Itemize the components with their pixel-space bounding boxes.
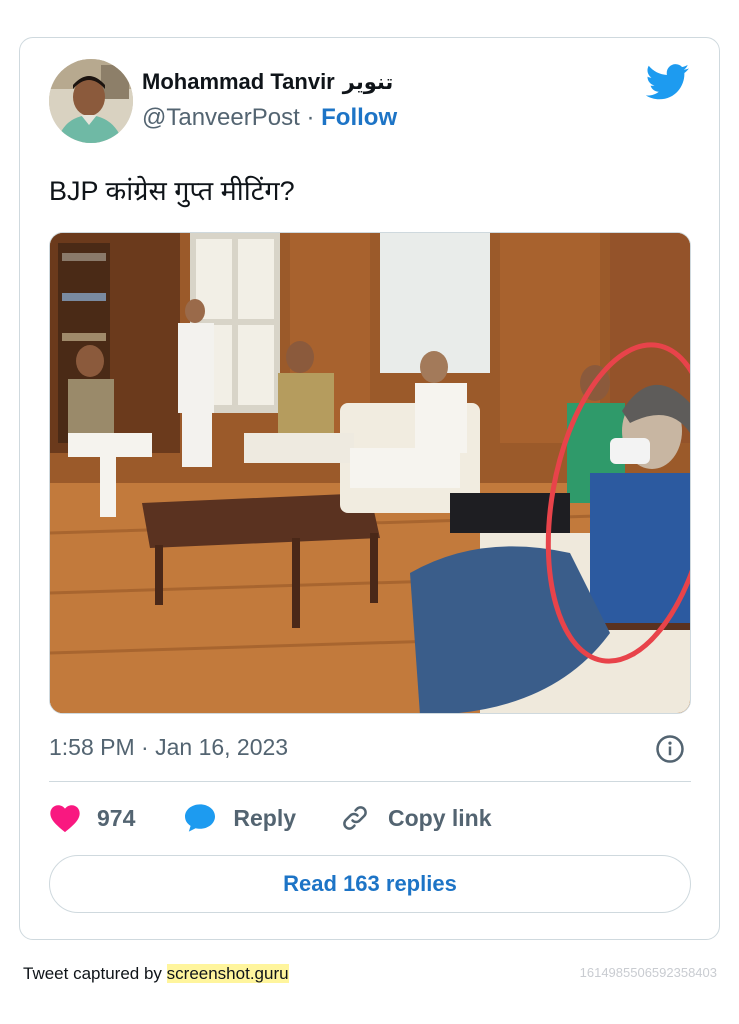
tweet-text: BJP कांग्रेस गुप्त मीटिंग? (49, 176, 295, 206)
avatar-photo (49, 59, 133, 143)
info-icon[interactable] (655, 734, 685, 764)
handle-separator: · (306, 104, 315, 131)
reply-label: Reply (233, 804, 297, 831)
like-count: 974 (97, 804, 136, 831)
handle-row: @TanveerPost · Follow (142, 104, 397, 132)
copy-link-button[interactable]: Copy link (338, 803, 492, 833)
divider (49, 781, 691, 782)
twitter-bird-icon[interactable] (646, 64, 690, 100)
tweet-photo[interactable] (49, 232, 691, 714)
link-icon (343, 806, 367, 830)
author-avatar[interactable] (49, 59, 133, 143)
meeting-photo (50, 233, 690, 713)
follow-button[interactable]: Follow (321, 104, 397, 131)
read-replies-button[interactable]: Read 163 replies (49, 855, 691, 913)
tweet-card: Mohammad Tanvir تنویر @TanveerPost · Fol… (19, 37, 720, 940)
heart-icon (50, 805, 80, 833)
author-name-urdu[interactable]: تنویر (343, 70, 394, 95)
tweet-timestamp[interactable]: 1:58 PM · Jan 16, 2023 (49, 734, 288, 761)
speech-bubble-icon (185, 804, 216, 832)
captured-by-text: Tweet captured by (23, 964, 162, 983)
copy-link-label: Copy link (388, 804, 492, 831)
tweet-id: 1614985506592358403 (579, 965, 717, 980)
author-handle[interactable]: @TanveerPost (142, 104, 300, 131)
capture-footer: Tweet captured by screenshot.guru (23, 964, 289, 984)
like-button[interactable]: 974 (49, 803, 135, 833)
reply-button[interactable]: Reply (183, 803, 296, 833)
action-bar: 974 Reply Copy link (49, 803, 492, 833)
author-name-row: Mohammad Tanvir تنویر (142, 69, 393, 95)
author-name[interactable]: Mohammad Tanvir (142, 69, 335, 95)
brand-link[interactable]: screenshot.guru (166, 964, 289, 983)
